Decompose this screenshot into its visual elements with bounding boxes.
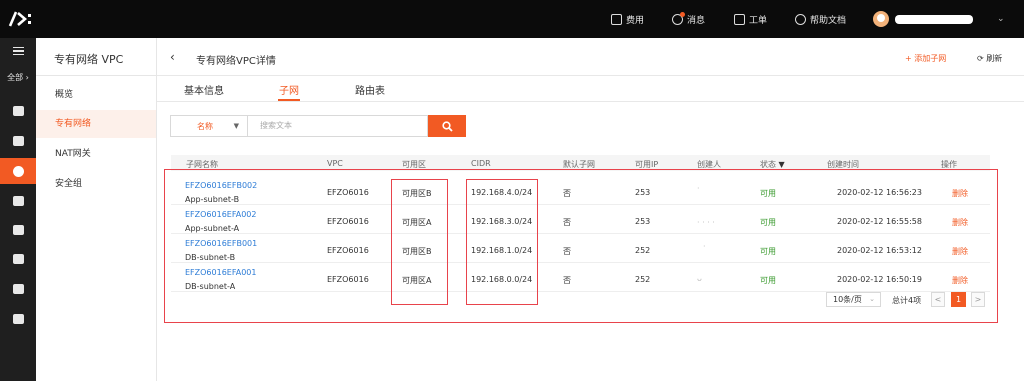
rail-cloud[interactable] [0,246,36,272]
page-title: 专有网络VPC详情 [196,56,276,67]
refresh-button[interactable]: ⟳ 刷新 [977,53,1002,64]
nav-help[interactable]: 帮助文档 [795,0,846,38]
search-field-select[interactable]: 名称 ▼ [170,115,247,137]
nav-billing[interactable]: 费用 [611,0,644,38]
search-button[interactable] [428,115,466,137]
nav-tickets[interactable]: 工单 [734,0,767,38]
sidebar-item-nat[interactable]: NAT网关 [36,140,156,168]
tab-subnets[interactable]: 子网 [279,82,299,97]
search-bar: 名称 ▼ 搜索文本 [170,115,466,137]
ticket-icon [734,13,745,25]
secondary-sidebar: 专有网络 VPC 概览 专有网络 NAT网关 安全组 [36,38,157,381]
sidebar-item-vpc[interactable]: 专有网络 [36,110,156,138]
tab-bar: 基本信息 子网 路由表 [157,76,1024,102]
column-header: VPC [327,159,343,168]
nav-help-label: 帮助文档 [810,15,847,26]
top-bar: 费用 消息 工单 帮助文档 ⌄ [0,0,1024,38]
database-icon [12,136,24,146]
page-header: ‹ 专有网络VPC详情 + 添加子网 ⟳ 刷新 [157,38,1024,76]
annotation-box-cidr [466,179,538,305]
rail-db-stack[interactable] [0,306,36,332]
cross-box-icon [12,284,24,294]
search-field-label: 名称 [197,121,213,131]
notification-dot [680,11,685,17]
user-menu[interactable]: ⌄ [873,11,1005,27]
billing-icon [611,13,622,25]
rail-home[interactable] [0,98,36,124]
caret-down-icon: ▼ [233,122,239,130]
rail-cross-box[interactable] [0,276,36,302]
left-rail: 全部 › [0,38,36,381]
rail-all[interactable]: 全部 › [0,70,36,86]
search-input[interactable]: 搜索文本 [247,115,428,137]
annotation-box-zone [391,179,448,305]
rail-all-label: 全部 [7,73,24,82]
sidebar-item-security-group[interactable]: 安全组 [36,170,156,198]
rail-network[interactable] [0,158,36,184]
nav-messages-label: 消息 [687,15,706,26]
search-icon [441,120,453,132]
nav-billing-label: 费用 [626,15,645,26]
db-stack-icon [12,314,24,324]
menu-toggle[interactable] [0,38,36,64]
sidebar-title: 专有网络 VPC [54,53,124,66]
divider [36,75,156,76]
cloud-icon [12,254,24,264]
network-icon [12,165,24,177]
refresh-label: 刷新 [986,54,1003,63]
filter-icon: ▼ [778,160,785,169]
status-label: 状态 [760,160,776,169]
tab-route-table[interactable]: 路由表 [355,82,385,97]
cloud-upload-icon [12,225,24,235]
back-icon[interactable]: ‹ [170,50,175,64]
avatar [873,11,889,27]
rail-storage[interactable] [0,188,36,214]
home-icon [12,106,24,116]
tab-basic-info[interactable]: 基本信息 [184,82,224,97]
add-subnet-button[interactable]: + 添加子网 [905,53,946,64]
rail-database[interactable] [0,128,36,154]
rail-cloud-upload[interactable] [0,217,36,243]
sidebar-item-overview[interactable]: 概览 [36,81,156,109]
help-icon [795,13,806,25]
storage-icon [12,196,24,206]
menu-icon [12,46,24,56]
message-icon [672,11,685,25]
column-header: CIDR [471,159,491,168]
nav-messages[interactable]: 消息 [672,0,705,38]
active-tab-indicator [278,99,300,101]
nav-tickets-label: 工单 [749,15,768,26]
annotation-box-table [164,169,998,323]
chevron-down-icon: ⌄ [997,14,1005,24]
user-name-redacted [895,14,973,24]
logo[interactable] [8,9,34,29]
refresh-icon: ⟳ [977,54,984,63]
